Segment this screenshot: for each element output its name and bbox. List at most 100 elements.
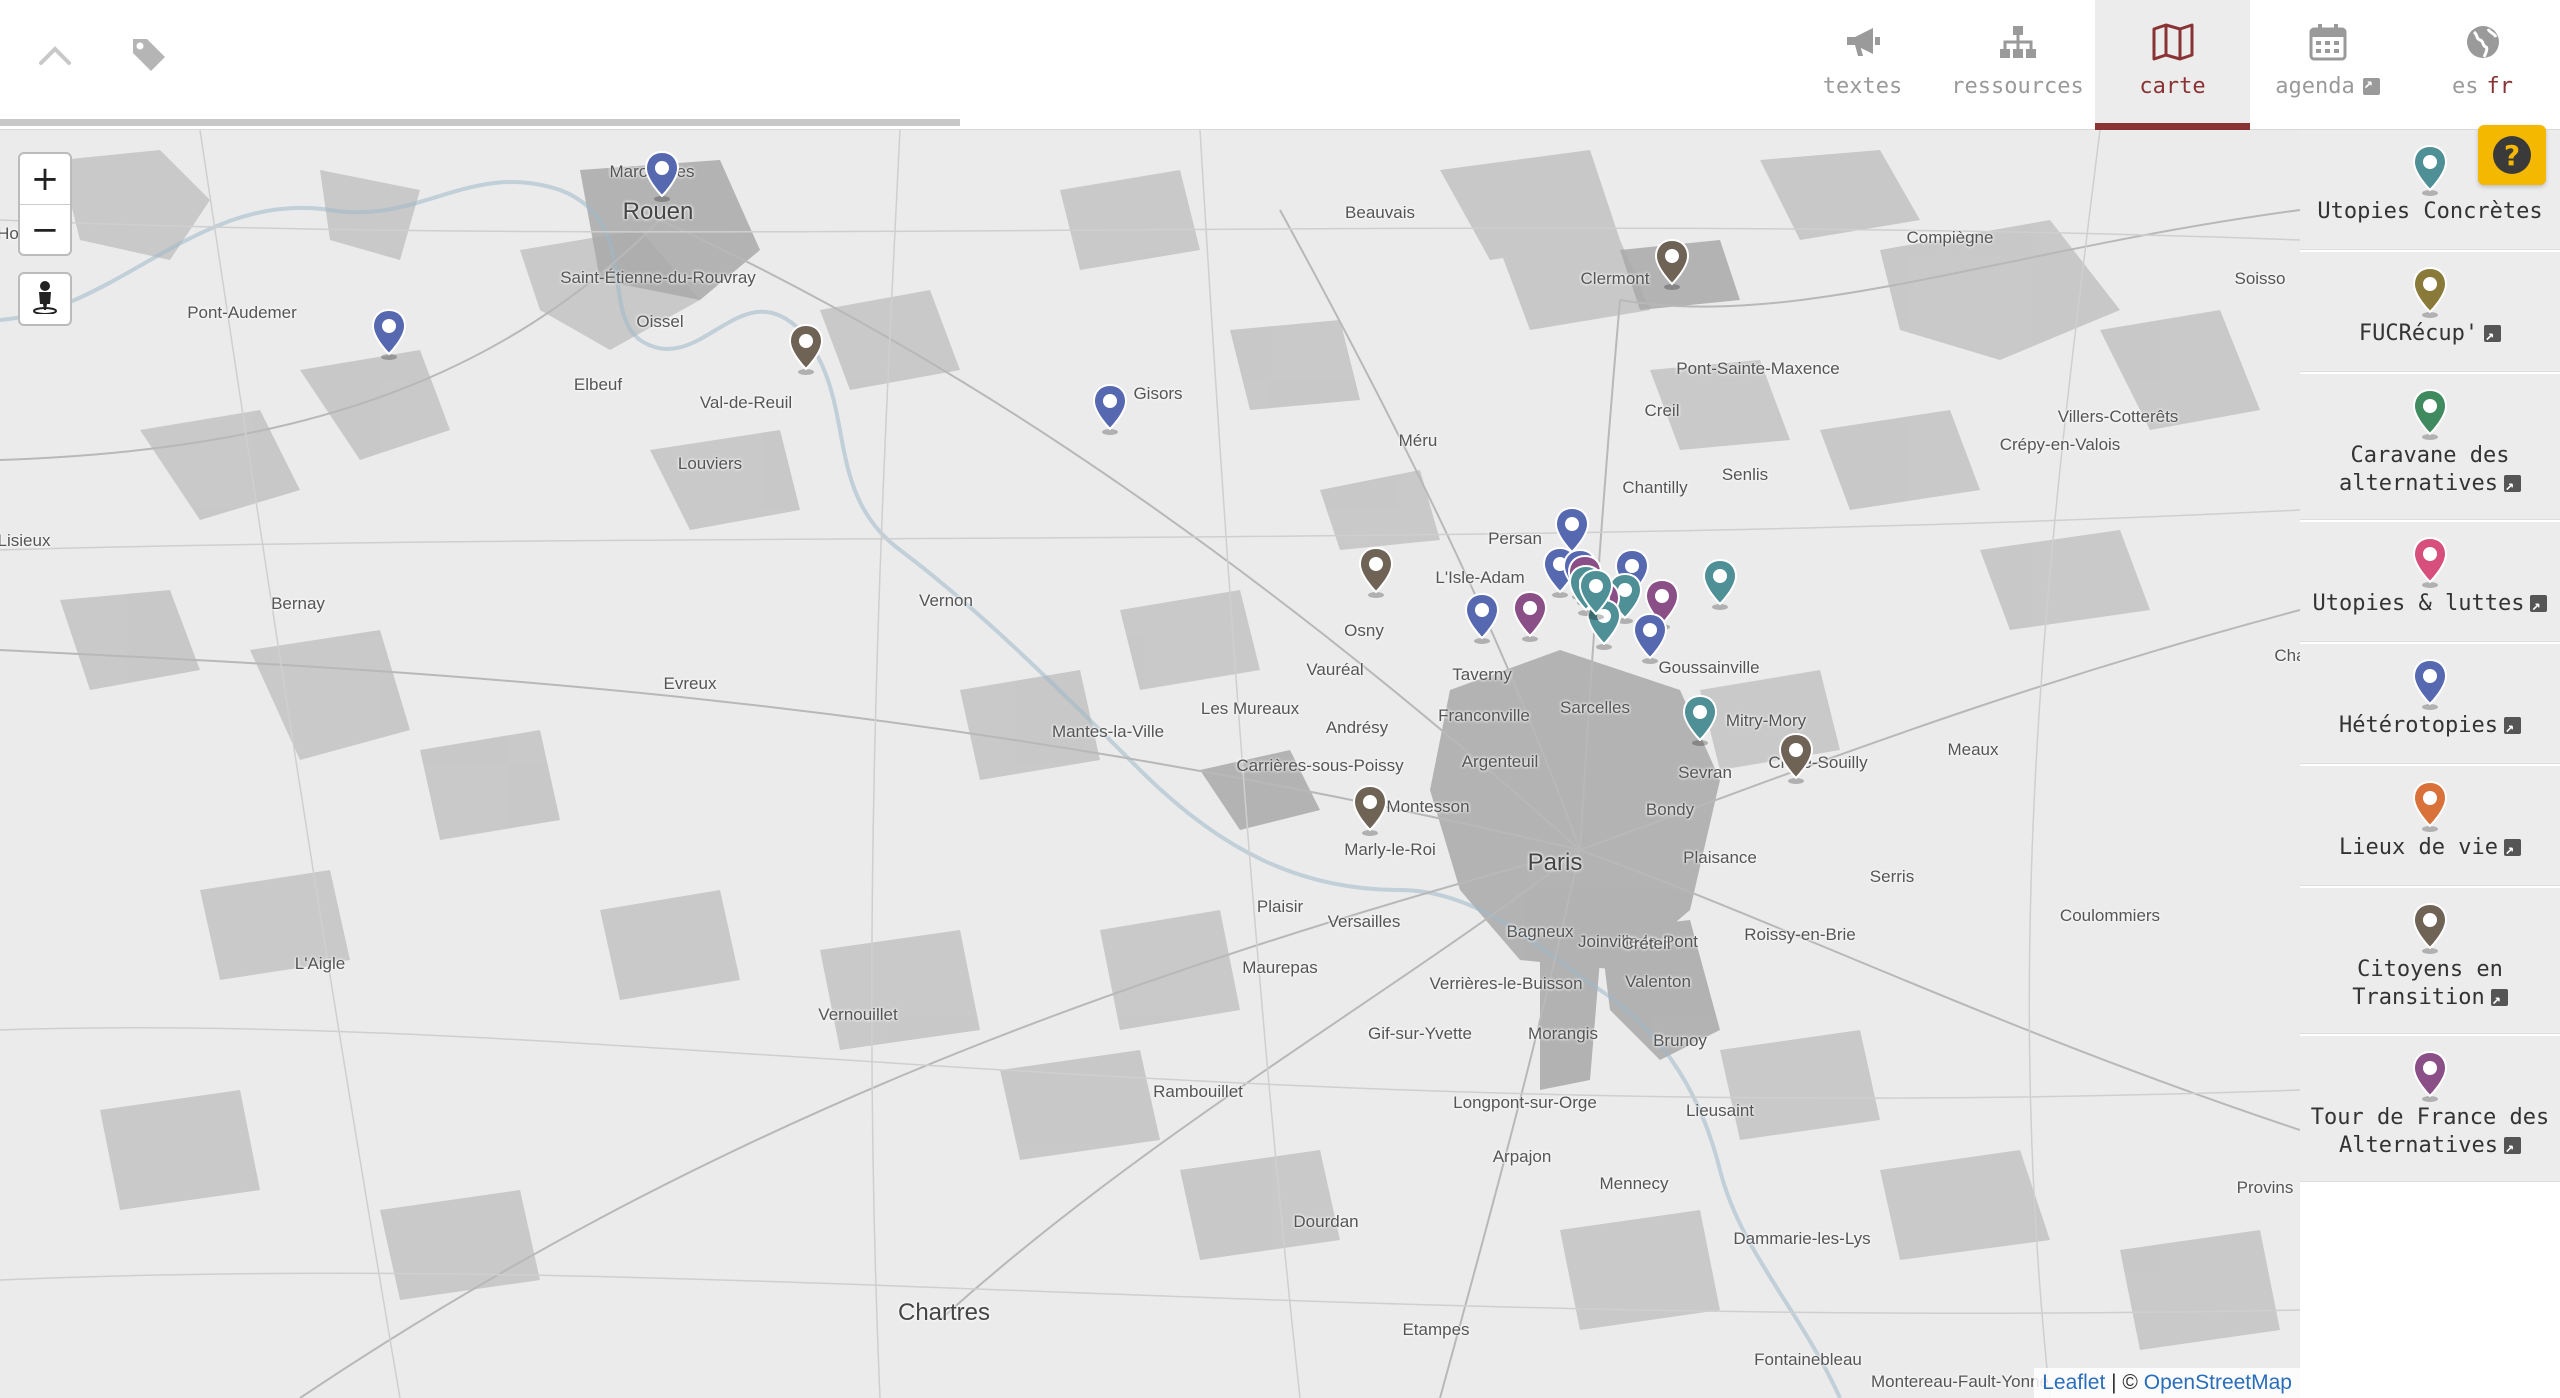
external-link-icon <box>2503 1133 2521 1161</box>
place-label: Arpajon <box>1492 1147 1552 1166</box>
place-label: Brunoy <box>1653 1031 1707 1050</box>
legend-item[interactable]: Lieux de vie <box>2300 766 2560 886</box>
legend-item-label: Utopies & luttes <box>2312 591 2525 616</box>
person-icon <box>32 280 58 318</box>
globe-icon <box>2461 20 2505 64</box>
osm-link[interactable]: OpenStreetMap <box>2144 1371 2292 1394</box>
place-label: Evreux <box>663 674 717 693</box>
map-marker[interactable] <box>1511 590 1549 642</box>
tab-ressources-label: ressources <box>1951 74 2084 99</box>
language-switcher[interactable]: es fr <box>2405 0 2560 130</box>
help-button[interactable]: ? <box>2478 125 2546 185</box>
map-marker[interactable] <box>1357 546 1395 598</box>
map-marker[interactable] <box>1091 383 1129 435</box>
main-nav: textes ressources carte agenda es <box>1785 0 2560 130</box>
locate-button[interactable] <box>18 272 72 326</box>
legend-item[interactable]: Citoyens en Transition <box>2300 888 2560 1034</box>
place-label: Creil <box>1644 401 1680 420</box>
place-label: Dourdan <box>1293 1212 1359 1231</box>
tab-ressources[interactable]: ressources <box>1940 0 2095 130</box>
place-label: Lisieux <box>0 531 51 550</box>
external-link-icon <box>2490 985 2508 1013</box>
legend-item-label: Utopies Concrètes <box>2317 199 2543 224</box>
map-attribution: Leaflet | © OpenStreetMap <box>2034 1368 2300 1398</box>
legend-item-text: Utopies & luttes <box>2307 590 2554 619</box>
map-pin-icon <box>2411 780 2449 832</box>
tab-textes[interactable]: textes <box>1785 0 1940 130</box>
place-label: Serris <box>1869 867 1915 886</box>
place-label: Carrières-sous-Poissy <box>1236 756 1404 775</box>
map-marker[interactable] <box>1463 592 1501 644</box>
lang-es-link[interactable]: es <box>2452 74 2479 99</box>
legend-item[interactable]: Tour de France des Alternatives <box>2300 1036 2560 1182</box>
map-pin-icon <box>2411 388 2449 440</box>
sitemap-icon <box>1996 20 2040 64</box>
place-label: Provins <box>2236 1178 2294 1197</box>
map-pin-icon <box>2411 266 2449 318</box>
legend-item-label: Citoyens en Transition <box>2352 957 2503 1010</box>
place-label: Mennecy <box>1599 1174 1669 1193</box>
zoom-in-button[interactable]: + <box>20 154 70 204</box>
place-label: Dammarie-les-Lys <box>1733 1229 1871 1248</box>
place-label: Argenteuil <box>1461 752 1539 771</box>
place-label: Versailles <box>1327 912 1401 931</box>
map-tiles <box>0 130 2300 1398</box>
zoom-out-button[interactable]: − <box>20 204 70 254</box>
legend-item-text: Lieux de vie <box>2333 834 2527 863</box>
leaflet-link[interactable]: Leaflet <box>2042 1371 2105 1394</box>
map-marker[interactable] <box>1653 238 1691 290</box>
tab-carte[interactable]: carte <box>2095 0 2250 130</box>
place-label: Saint-Étienne-du-Rouvray <box>560 268 756 287</box>
map-marker[interactable] <box>1681 694 1719 746</box>
external-link-icon <box>2484 321 2502 349</box>
place-label: Gisors <box>1133 384 1183 403</box>
legend-item[interactable]: Utopies & luttes <box>2300 522 2560 642</box>
legend-item[interactable]: Caravane des alternatives <box>2300 374 2560 520</box>
place-label: Villers-Cotterêts <box>2057 407 2179 426</box>
legend-item[interactable]: FUCRécup' <box>2300 252 2560 372</box>
place-label: Bondy <box>1645 800 1695 819</box>
map-view[interactable]: MarommesRouenSaint-Étienne-du-RouvrayOis… <box>0 130 2300 1398</box>
map-pin-icon <box>2411 902 2449 954</box>
place-label: Plaisir <box>1256 897 1304 916</box>
place-label: Soisso <box>2234 269 2286 288</box>
map-marker[interactable] <box>1351 784 1389 836</box>
place-label: Morangis <box>1528 1024 1598 1043</box>
place-label: Fontainebleau <box>1754 1350 1862 1369</box>
place-label: Verrières-le-Buisson <box>1429 974 1583 993</box>
megaphone-icon <box>1841 20 1885 64</box>
map-marker[interactable] <box>370 308 408 360</box>
place-label: Plaisance <box>1683 848 1757 867</box>
legend-item-label: Hétérotopies <box>2339 713 2498 738</box>
map-marker[interactable] <box>1777 732 1815 784</box>
place-label: Vauréal <box>1306 660 1364 679</box>
place-label: Montesson <box>1386 797 1470 816</box>
place-label: Beauvais <box>1345 203 1415 222</box>
place-label: Valenton <box>1625 972 1691 991</box>
place-label: Val-de-Reuil <box>699 393 793 412</box>
map-marker[interactable] <box>1701 558 1739 610</box>
tab-agenda[interactable]: agenda <box>2250 0 2405 130</box>
tag-icon[interactable] <box>124 30 174 80</box>
map-marker[interactable] <box>643 150 681 202</box>
place-label: Etampes <box>1402 1320 1470 1339</box>
external-link-icon <box>2503 713 2521 741</box>
map-marker[interactable] <box>1631 612 1669 664</box>
legend-item-text: Caravane des alternatives <box>2300 442 2560 499</box>
map-marker[interactable] <box>1577 568 1615 620</box>
map-marker[interactable] <box>787 323 825 375</box>
place-label: Vernon <box>919 591 973 610</box>
calendar-icon <box>2306 20 2350 64</box>
chevron-up-icon[interactable] <box>30 30 80 80</box>
place-label: Pont-Audemer <box>187 303 297 322</box>
place-label: Senlis <box>1721 465 1769 484</box>
place-label: Vernouillet <box>818 1005 898 1024</box>
map-pin-icon <box>2411 1050 2449 1102</box>
place-label: Bernay <box>271 594 325 613</box>
place-label: Marly-le-Roi <box>1344 840 1436 859</box>
legend-item-text: Tour de France des Alternatives <box>2300 1104 2560 1161</box>
place-label: Gif-sur-Yvette <box>1368 1024 1472 1043</box>
legend-item[interactable]: Hétérotopies <box>2300 644 2560 764</box>
place-label: Maurepas <box>1242 958 1318 977</box>
place-label: Sevran <box>1678 763 1732 782</box>
